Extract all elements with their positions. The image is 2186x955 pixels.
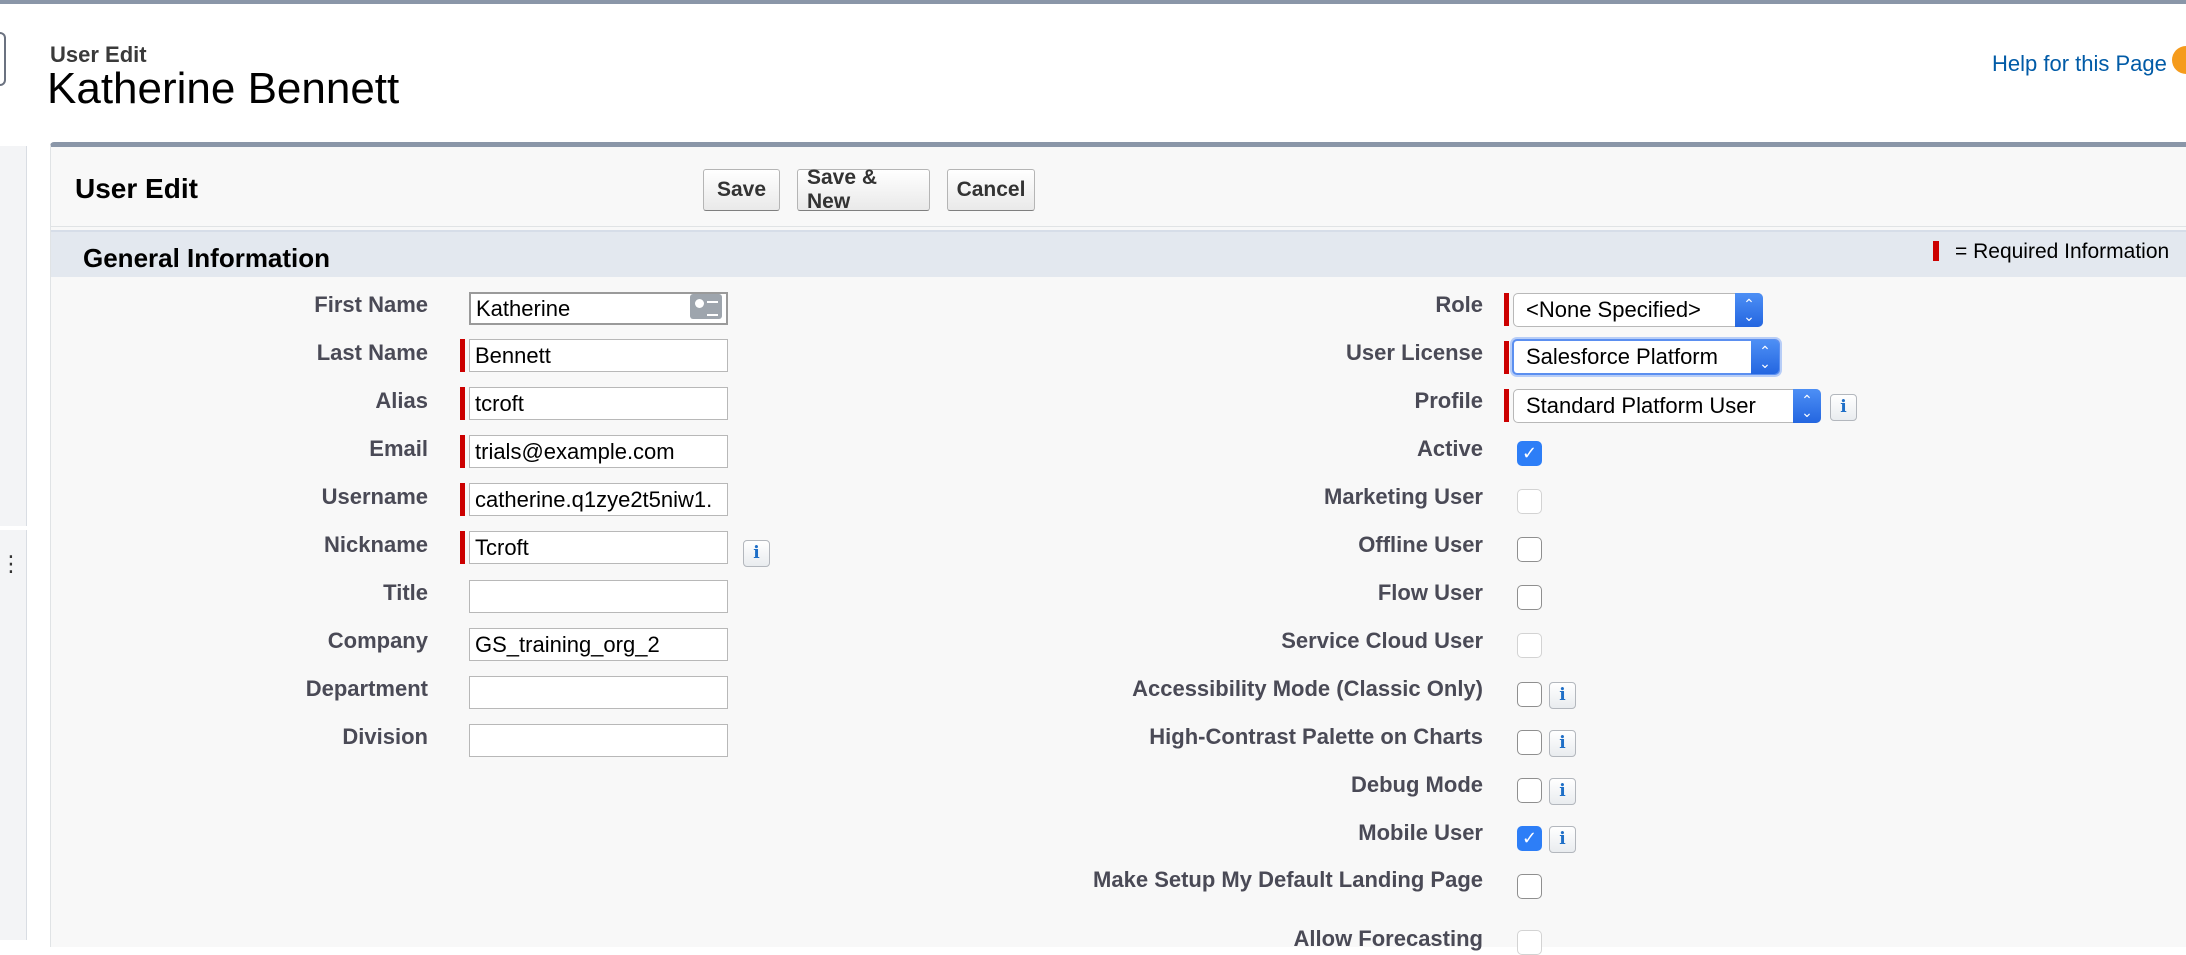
accessibility-mode-checkbox[interactable] bbox=[1517, 682, 1542, 707]
default-landing-page-checkbox[interactable] bbox=[1517, 874, 1542, 899]
first-name-label: First Name bbox=[314, 292, 428, 317]
last-name-input[interactable]: Bennett bbox=[469, 339, 728, 372]
username-label: Username bbox=[321, 484, 428, 509]
required-marker bbox=[1504, 389, 1509, 422]
help-orange-icon[interactable] bbox=[2172, 46, 2186, 74]
username-input[interactable]: catherine.q1zye2t5niw1. bbox=[469, 483, 728, 516]
contact-card-icon[interactable] bbox=[690, 294, 722, 319]
flow-user-checkbox[interactable] bbox=[1517, 585, 1542, 610]
company-value: GS_training_org_2 bbox=[475, 631, 660, 657]
user-license-value: Salesforce Platform bbox=[1526, 344, 1718, 369]
default-landing-page-label: Make Setup My Default Landing Page bbox=[1093, 867, 1483, 892]
last-name-value: Bennett bbox=[475, 342, 551, 368]
username-value: catherine.q1zye2t5niw1. bbox=[475, 486, 713, 512]
marketing-user-checkbox bbox=[1517, 489, 1542, 514]
alias-label: Alias bbox=[375, 388, 428, 413]
alias-value: tcroft bbox=[475, 390, 524, 416]
profile-label: Profile bbox=[1414, 388, 1483, 413]
title-label: Title bbox=[383, 580, 428, 605]
section-title: General Information bbox=[83, 243, 331, 273]
nickname-input[interactable]: Tcroft bbox=[469, 531, 728, 564]
allow-forecasting-checkbox bbox=[1517, 930, 1542, 955]
debug-mode-info-icon[interactable]: i bbox=[1549, 778, 1576, 805]
email-value: trials@example.com bbox=[475, 438, 675, 464]
role-value: <None Specified> bbox=[1526, 297, 1701, 322]
department-label: Department bbox=[305, 676, 428, 701]
save-button[interactable]: Save bbox=[703, 169, 780, 211]
high-contrast-info-icon[interactable]: i bbox=[1549, 730, 1576, 757]
chevron-updown-icon: ⌃ ⌄ bbox=[1793, 389, 1821, 423]
profile-value: Standard Platform User bbox=[1526, 393, 1756, 418]
sidebar-stub bbox=[0, 146, 27, 526]
page-title: Katherine Bennett bbox=[47, 64, 400, 113]
allow-forecasting-label: Allow Forecasting bbox=[1293, 926, 1483, 951]
user-license-select[interactable]: Salesforce Platform ⌃ ⌄ bbox=[1512, 339, 1780, 375]
high-contrast-checkbox[interactable] bbox=[1517, 730, 1542, 755]
required-marker bbox=[460, 435, 465, 468]
nickname-value: Tcroft bbox=[475, 534, 529, 560]
top-border bbox=[0, 0, 2186, 4]
chevron-updown-icon: ⌃ ⌄ bbox=[1751, 340, 1779, 374]
chevron-updown-icon: ⌃ ⌄ bbox=[1735, 293, 1763, 327]
nickname-label: Nickname bbox=[324, 532, 428, 557]
service-cloud-user-checkbox bbox=[1517, 633, 1542, 658]
debug-mode-label: Debug Mode bbox=[1351, 772, 1483, 797]
company-label: Company bbox=[327, 628, 428, 653]
offline-user-checkbox[interactable] bbox=[1517, 537, 1542, 562]
high-contrast-label: High-Contrast Palette on Charts bbox=[1149, 724, 1483, 749]
alias-input[interactable]: tcroft bbox=[469, 387, 728, 420]
profile-info-icon[interactable]: i bbox=[1830, 394, 1857, 421]
nickname-info-icon[interactable]: i bbox=[743, 540, 770, 567]
profile-select[interactable]: Standard Platform User ⌃ ⌄ bbox=[1513, 389, 1821, 423]
email-input[interactable]: trials@example.com bbox=[469, 435, 728, 468]
required-marker bbox=[460, 339, 465, 372]
sidebar-collapse-tab[interactable] bbox=[0, 32, 6, 86]
required-marker bbox=[460, 387, 465, 420]
division-label: Division bbox=[342, 724, 428, 749]
service-cloud-user-label: Service Cloud User bbox=[1281, 628, 1483, 653]
user-license-label: User License bbox=[1346, 340, 1483, 365]
company-input[interactable]: GS_training_org_2 bbox=[469, 628, 728, 661]
sidebar-handle-icon[interactable]: ⋮ bbox=[0, 552, 22, 577]
role-select[interactable]: <None Specified> ⌃ ⌄ bbox=[1513, 293, 1763, 327]
save-and-new-button[interactable]: Save & New bbox=[797, 166, 930, 213]
required-marker bbox=[1504, 341, 1509, 374]
mobile-user-info-icon[interactable]: i bbox=[1549, 826, 1576, 853]
panel-header: User Edit Save Save & New Cancel bbox=[51, 147, 2186, 227]
division-input[interactable] bbox=[469, 724, 728, 757]
mobile-user-label: Mobile User bbox=[1358, 820, 1483, 845]
cancel-button[interactable]: Cancel bbox=[947, 169, 1035, 211]
title-input[interactable] bbox=[469, 580, 728, 613]
required-marker bbox=[1933, 241, 1939, 261]
flow-user-label: Flow User bbox=[1377, 580, 1483, 605]
mobile-user-checkbox[interactable]: ✓ bbox=[1517, 826, 1542, 851]
accessibility-mode-label: Accessibility Mode (Classic Only) bbox=[1132, 676, 1483, 701]
last-name-label: Last Name bbox=[316, 340, 428, 365]
accessibility-mode-info-icon[interactable]: i bbox=[1549, 682, 1576, 709]
department-input[interactable] bbox=[469, 676, 728, 709]
debug-mode-checkbox[interactable] bbox=[1517, 778, 1542, 803]
required-legend: = Required Information bbox=[1955, 240, 2170, 263]
section-header: General Information = Required Informati… bbox=[51, 230, 2186, 277]
active-label: Active bbox=[1416, 436, 1483, 461]
required-marker bbox=[1504, 293, 1509, 326]
sidebar-stub-lower bbox=[0, 530, 27, 940]
active-checkbox[interactable]: ✓ bbox=[1517, 441, 1542, 466]
offline-user-label: Offline User bbox=[1358, 532, 1483, 557]
required-marker bbox=[460, 531, 465, 564]
panel-title: User Edit bbox=[75, 173, 198, 204]
role-label: Role bbox=[1435, 292, 1483, 317]
help-link[interactable]: Help for this Page bbox=[1992, 51, 2167, 77]
marketing-user-label: Marketing User bbox=[1324, 484, 1483, 509]
email-label: Email bbox=[369, 436, 428, 461]
first-name-value: Katherine bbox=[476, 295, 571, 321]
required-marker bbox=[460, 483, 465, 516]
